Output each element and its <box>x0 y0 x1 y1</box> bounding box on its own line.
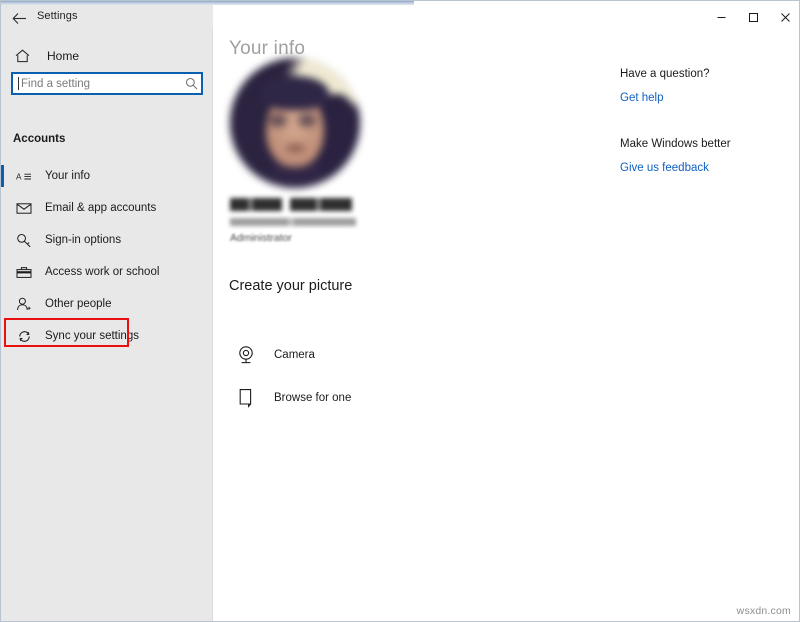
key-icon <box>9 233 39 248</box>
webcam-icon <box>230 345 262 365</box>
sync-icon <box>9 329 39 344</box>
envelope-icon <box>9 202 39 214</box>
sidebar: Home Find a setting Accounts A Your info… <box>1 30 213 621</box>
info-column: Have a question? Get help Make Windows b… <box>620 68 795 208</box>
sidebar-item-sign-in-options[interactable]: Sign-in options <box>1 224 213 256</box>
sidebar-item-your-info[interactable]: A Your info <box>1 160 213 192</box>
avatar-photo <box>230 58 360 188</box>
sidebar-item-home[interactable]: Home <box>1 41 213 71</box>
create-picture-browse-label: Browse for one <box>274 392 352 404</box>
sidebar-item-email-app-accounts[interactable]: Email & app accounts <box>1 192 213 224</box>
window-title: Settings <box>37 10 78 22</box>
main-content: Your info Administrator Create your pict… <box>214 30 799 621</box>
sidebar-item-sync-your-settings[interactable]: Sync your settings <box>1 320 213 352</box>
account-email-redacted <box>230 218 370 226</box>
page-title: Your info <box>229 38 306 59</box>
sidebar-item-access-work-or-school[interactable]: Access work or school <box>1 256 213 288</box>
back-arrow-icon[interactable] <box>9 9 29 27</box>
sidebar-item-your-info-label: Your info <box>45 170 90 182</box>
create-picture-camera-option[interactable]: Camera <box>230 340 315 370</box>
avatar-glasses-right <box>297 113 316 127</box>
account-role: Administrator <box>230 232 292 244</box>
sidebar-item-access-work-or-school-label: Access work or school <box>45 266 160 278</box>
give-us-feedback-link[interactable]: Give us feedback <box>620 162 709 174</box>
title-bar: Settings <box>1 5 799 30</box>
sidebar-item-other-people[interactable]: Other people <box>1 288 213 320</box>
account-name-redacted <box>230 198 358 211</box>
info-heading-feedback: Make Windows better <box>620 138 731 150</box>
avatar[interactable] <box>230 58 360 188</box>
home-icon <box>5 49 39 63</box>
sidebar-nav-list: A Your info Email & app accounts Sign-in… <box>1 160 213 352</box>
avatar-hair-fringe <box>261 76 329 110</box>
settings-window: Settings Home Find a setting Accounts A … <box>0 0 800 622</box>
sidebar-item-home-label: Home <box>47 49 80 63</box>
watermark: wsxdn.com <box>736 605 791 617</box>
maximize-icon[interactable] <box>737 5 769 30</box>
sidebar-item-other-people-label: Other people <box>45 298 112 310</box>
id-card-icon: A <box>9 170 39 183</box>
search-input[interactable]: Find a setting <box>11 72 203 95</box>
sidebar-item-sync-your-settings-label: Sync your settings <box>45 330 139 342</box>
create-picture-camera-label: Camera <box>274 349 315 361</box>
search-input-placeholder: Find a setting <box>21 77 91 90</box>
sidebar-section-header: Accounts <box>13 133 66 145</box>
search-icon[interactable] <box>181 77 201 90</box>
window-controls <box>705 5 799 30</box>
sidebar-item-sign-in-options-label: Sign-in options <box>45 234 122 246</box>
sidebar-item-email-app-accounts-label: Email & app accounts <box>45 202 157 214</box>
info-block-question: Have a question? Get help <box>620 68 795 106</box>
briefcase-icon <box>9 266 39 279</box>
person-add-icon <box>9 297 39 311</box>
create-picture-browse-option[interactable]: Browse for one <box>230 383 351 413</box>
document-icon <box>230 388 262 408</box>
create-picture-title: Create your picture <box>229 278 353 294</box>
svg-text:A: A <box>16 172 22 181</box>
get-help-link[interactable]: Get help <box>620 92 663 104</box>
info-block-feedback: Make Windows better Give us feedback <box>620 138 795 176</box>
avatar-mouth <box>285 143 306 152</box>
text-caret <box>18 77 19 90</box>
minimize-icon[interactable] <box>705 5 737 30</box>
avatar-glasses-left <box>269 113 288 127</box>
title-bar-sidebar-area <box>1 5 213 30</box>
info-heading-question: Have a question? <box>620 68 710 80</box>
close-icon[interactable] <box>769 5 799 30</box>
